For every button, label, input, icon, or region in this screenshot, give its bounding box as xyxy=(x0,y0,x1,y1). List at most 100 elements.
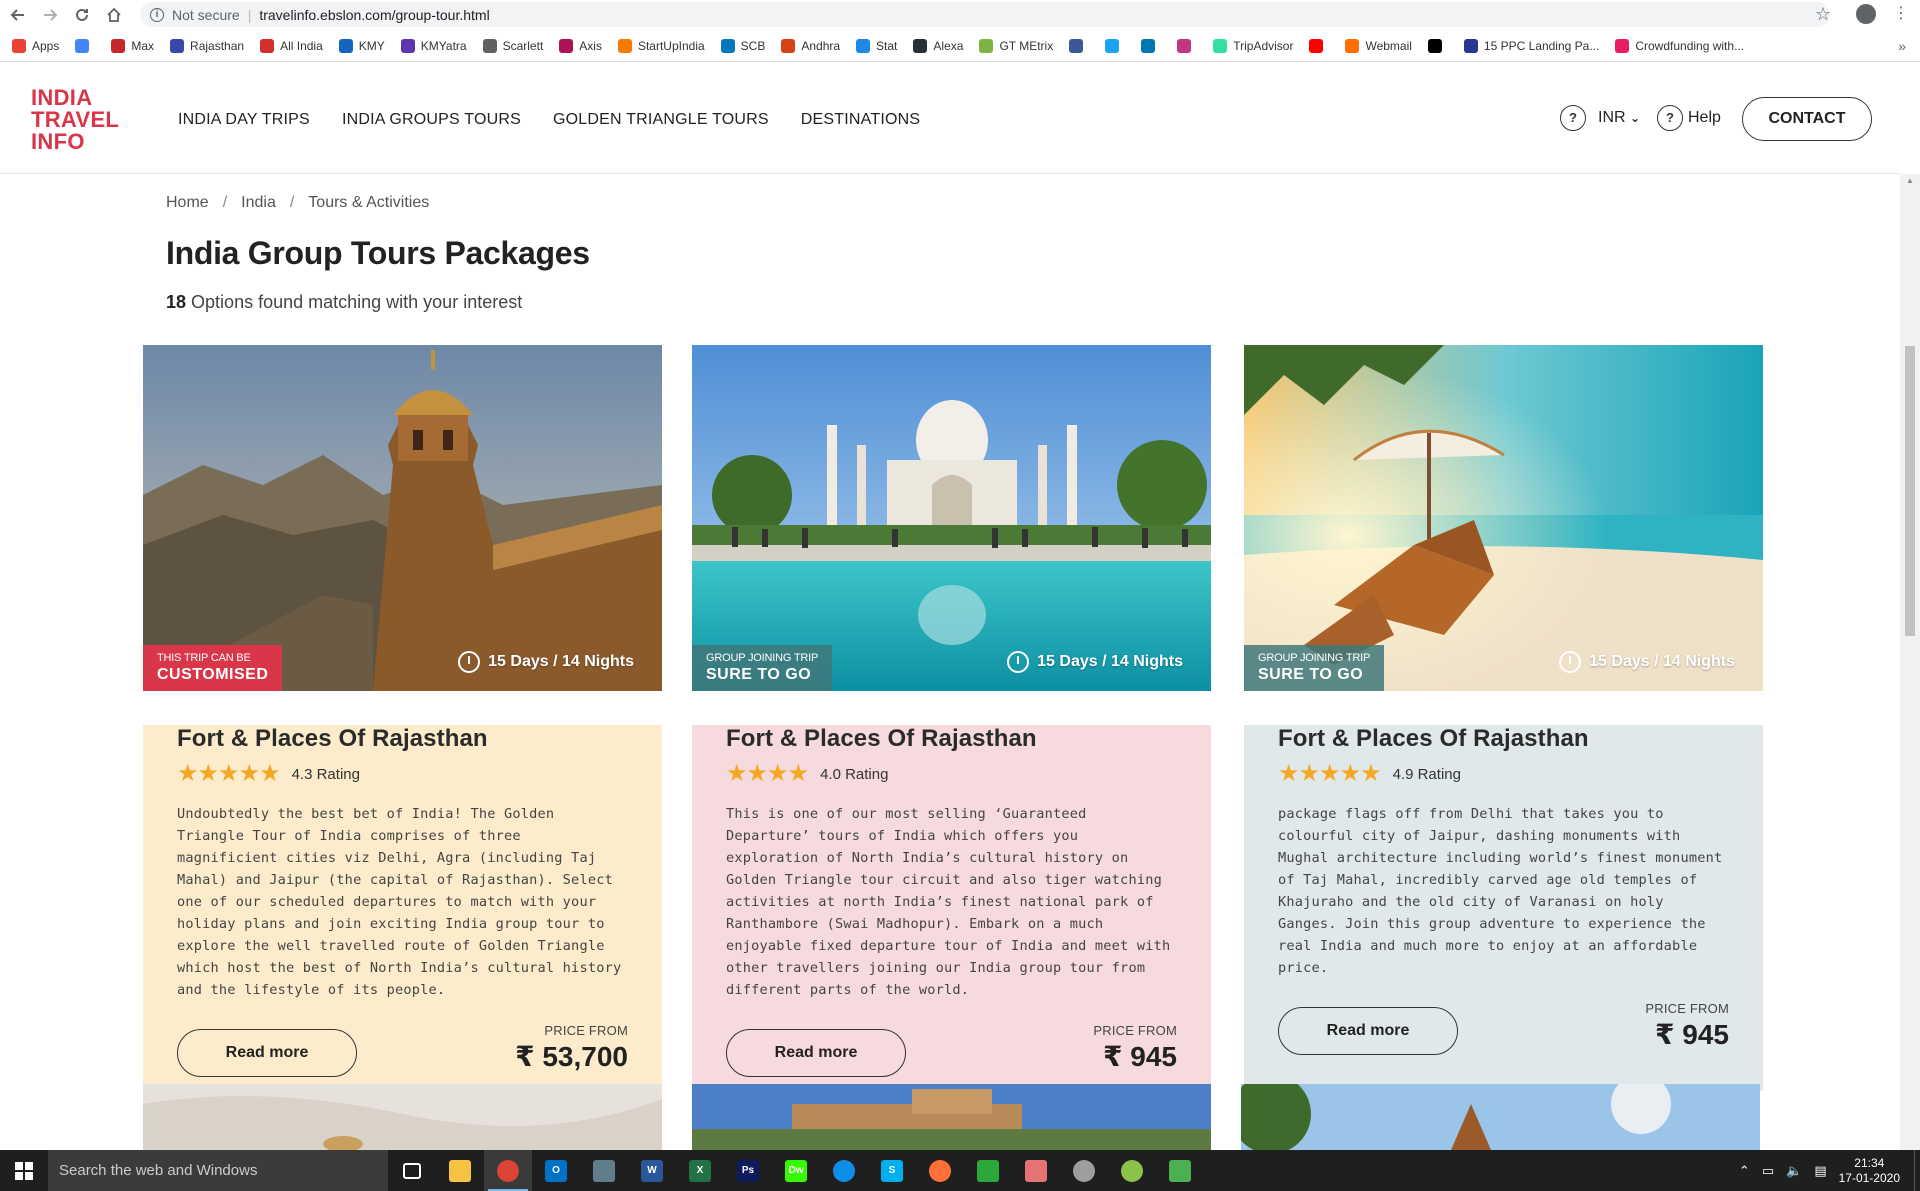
forward-icon[interactable] xyxy=(36,1,64,29)
bookmark-item[interactable]: Crowdfunding with... xyxy=(1615,38,1744,53)
bookmark-item[interactable]: Webmail xyxy=(1345,38,1412,53)
show-desktop-button[interactable] xyxy=(1914,1150,1920,1191)
volume-icon[interactable]: 🔈 xyxy=(1786,1163,1802,1179)
bookmark-item[interactable] xyxy=(1105,38,1125,53)
bookmark-item[interactable]: Stat xyxy=(856,38,897,53)
task-view-icon[interactable] xyxy=(388,1150,436,1191)
back-icon[interactable] xyxy=(4,1,32,29)
scrollbar-thumb[interactable] xyxy=(1905,346,1915,636)
read-more-button[interactable]: Read more xyxy=(726,1029,906,1077)
network-icon[interactable]: ▭ xyxy=(1762,1163,1774,1179)
bookmark-favicon-icon xyxy=(1105,38,1120,53)
address-bar[interactable]: i Not secure | travelinfo.ebslon.com/gro… xyxy=(140,2,1830,27)
nav-india-day-trips[interactable]: INDIA DAY TRIPS xyxy=(178,111,310,129)
tour-image-beach[interactable]: GROUP JOINING TRIP SURE TO GO 15 Days / … xyxy=(1244,345,1763,691)
bookmark-item[interactable]: Alexa xyxy=(913,38,963,53)
nav-india-groups-tours[interactable]: INDIA GROUPS TOURS xyxy=(342,111,521,129)
currency-label: INR xyxy=(1598,109,1626,126)
skype-icon[interactable]: S xyxy=(868,1150,916,1191)
bookmark-item[interactable]: Rajasthan xyxy=(170,38,244,53)
app-glyph xyxy=(833,1159,855,1182)
bookmark-star-icon[interactable]: ☆ xyxy=(1815,4,1831,25)
teamviewer-icon[interactable] xyxy=(820,1150,868,1191)
clock-icon xyxy=(1007,651,1030,673)
tour-image-partial[interactable] xyxy=(143,1084,662,1150)
bookmark-item[interactable]: KMYatra xyxy=(400,38,467,53)
printer-icon[interactable] xyxy=(580,1150,628,1191)
card-title[interactable]: Fort & Places Of Rajasthan xyxy=(726,725,1177,753)
account-icon[interactable] xyxy=(1856,4,1876,24)
photoshop-icon[interactable]: Ps xyxy=(724,1150,772,1191)
tour-image-partial[interactable] xyxy=(692,1084,1211,1150)
duration-text: 15 Days / 14 Nights xyxy=(1037,653,1183,670)
chrome-icon[interactable] xyxy=(484,1150,532,1191)
currency-selector[interactable]: INR ⌄ xyxy=(1598,109,1640,127)
bookmark-item[interactable]: GT MEtrix xyxy=(979,38,1053,53)
excel-icon[interactable]: X xyxy=(676,1150,724,1191)
home-icon[interactable] xyxy=(100,1,128,29)
bookmark-item[interactable]: 15 PPC Landing Pa... xyxy=(1463,38,1599,53)
outlook-icon[interactable]: O xyxy=(532,1150,580,1191)
dreamweaver-icon[interactable]: Dw xyxy=(772,1150,820,1191)
bookmark-item[interactable]: TripAdvisor xyxy=(1213,38,1293,53)
scroll-up-icon[interactable]: ▲ xyxy=(1906,176,1914,185)
bookmark-item[interactable]: Andhra xyxy=(781,38,840,53)
bookmark-favicon-icon xyxy=(1069,38,1084,53)
icq2-icon[interactable] xyxy=(1156,1150,1204,1191)
tour-image-fort[interactable]: THIS TRIP CAN BE CUSTOMISED 15 Days / 14… xyxy=(143,345,662,691)
bookmark-item[interactable]: SCB xyxy=(720,38,765,53)
bookmark-item[interactable]: KMY xyxy=(338,38,385,53)
bookmark-item[interactable] xyxy=(75,38,95,53)
chevron-up-icon[interactable]: ⌃ xyxy=(1739,1163,1750,1179)
help-link[interactable]: ? Help xyxy=(1657,105,1721,131)
card-rating: ★★★★★ 4.3 Rating xyxy=(177,762,628,786)
leaf-app-icon[interactable] xyxy=(1108,1150,1156,1191)
app-glyph xyxy=(1169,1159,1191,1182)
bookmarks-overflow-icon[interactable]: » xyxy=(1898,38,1906,54)
bookmark-item[interactable]: Scarlett xyxy=(482,38,543,53)
bookmark-item[interactable] xyxy=(1177,38,1197,53)
question-icon[interactable]: ? xyxy=(1560,105,1586,131)
icq-icon[interactable] xyxy=(964,1150,1012,1191)
card-title[interactable]: Fort & Places Of Rajasthan xyxy=(177,725,628,753)
app-glyph: O xyxy=(545,1159,567,1182)
bookmark-item[interactable] xyxy=(1069,38,1089,53)
bookmark-item[interactable]: Apps xyxy=(12,38,59,53)
page-scrollbar[interactable]: ▲ xyxy=(1900,174,1920,1150)
file-explorer-icon[interactable] xyxy=(436,1150,484,1191)
bookmark-item[interactable]: Axis xyxy=(559,38,602,53)
paint-icon[interactable] xyxy=(1012,1150,1060,1191)
bookmark-favicon-icon xyxy=(913,38,928,53)
breadcrumb-india[interactable]: India xyxy=(241,194,276,212)
bookmark-item[interactable] xyxy=(1427,38,1448,53)
globe-icon[interactable] xyxy=(1060,1150,1108,1191)
badge-small-text: GROUP JOINING TRIP xyxy=(706,652,819,664)
bookmark-item[interactable]: Max xyxy=(111,38,154,53)
bookmark-item[interactable]: All India xyxy=(260,38,323,53)
bookmark-item[interactable] xyxy=(1309,38,1329,53)
tour-image-taj-mahal[interactable]: GROUP JOINING TRIP SURE TO GO 15 Days / … xyxy=(692,345,1211,691)
bookmark-item[interactable]: StartUpIndia xyxy=(617,38,705,53)
card-title[interactable]: Fort & Places Of Rajasthan xyxy=(1278,725,1729,753)
contact-button[interactable]: CONTACT xyxy=(1742,97,1872,141)
taskbar-search[interactable]: Search the web and Windows xyxy=(48,1150,388,1191)
nav-golden-triangle-tours[interactable]: GOLDEN TRIANGLE TOURS xyxy=(553,111,769,129)
nav-destinations[interactable]: DESTINATIONS xyxy=(801,111,920,129)
info-icon[interactable]: i xyxy=(150,7,164,22)
price-label: PRICE FROM xyxy=(544,1023,628,1038)
taskbar-clock[interactable]: 21:34 17-01-2020 xyxy=(1839,1156,1900,1186)
bookmark-item[interactable] xyxy=(1141,38,1161,53)
reload-icon[interactable] xyxy=(68,1,96,29)
firefox-icon[interactable] xyxy=(916,1150,964,1191)
app-glyph xyxy=(977,1159,999,1182)
breadcrumb-home[interactable]: Home xyxy=(166,194,209,212)
read-more-button[interactable]: Read more xyxy=(1278,1007,1458,1055)
menu-icon[interactable]: ⋮ xyxy=(1893,4,1909,24)
windows-start-icon[interactable] xyxy=(0,1150,48,1191)
read-more-button[interactable]: Read more xyxy=(177,1029,357,1077)
notifications-icon[interactable]: ▤ xyxy=(1814,1163,1826,1179)
site-logo[interactable]: INDIA TRAVEL INFO xyxy=(31,87,119,153)
url-text[interactable]: travelinfo.ebslon.com/group-tour.html xyxy=(259,7,489,23)
word-icon[interactable]: W xyxy=(628,1150,676,1191)
tour-image-partial[interactable] xyxy=(1241,1084,1760,1150)
